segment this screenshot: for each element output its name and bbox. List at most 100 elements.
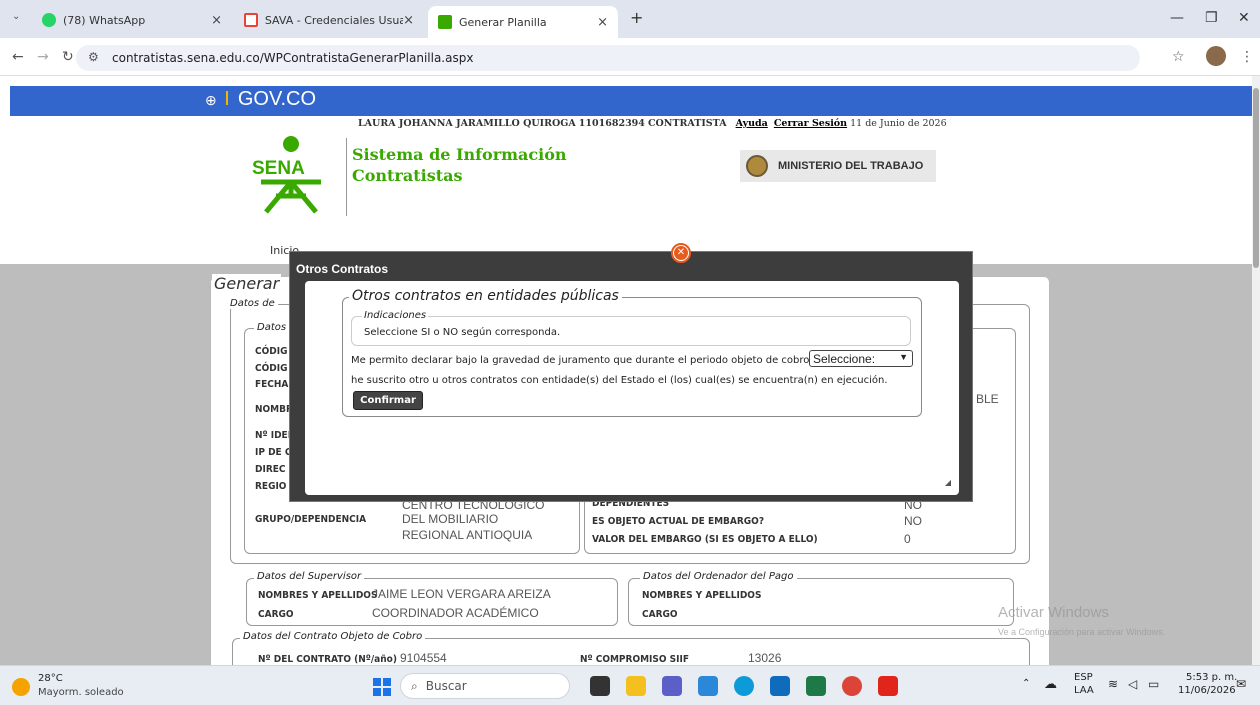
embargo-value: NO [904, 514, 922, 528]
site-settings-icon[interactable]: ⚙ [88, 50, 99, 64]
chrome-icon[interactable] [842, 676, 862, 696]
minimize-icon[interactable]: — [1170, 10, 1184, 26]
otros-contratos-fieldset: Otros contratos en entidades públicas In… [342, 288, 922, 417]
bookmark-star-icon[interactable]: ☆ [1172, 49, 1185, 65]
grupo-value-2: REGIONAL ANTIOQUIA [402, 528, 533, 542]
grupo-value-1: DEL MOBILIARIO [402, 512, 499, 526]
partial-value: BLE [976, 392, 999, 406]
otros-contratos-legend: Otros contratos en entidades públicas [349, 288, 622, 304]
close-dialog-button[interactable]: ✕ [671, 243, 691, 263]
teams-icon[interactable] [662, 676, 682, 696]
help-link[interactable]: Ayuda [736, 118, 768, 129]
defender-icon[interactable] [698, 676, 718, 696]
scrollbar-thumb[interactable] [1253, 88, 1259, 268]
current-date: 11 de Junio de 2026 [850, 118, 947, 129]
sup-role-value: COORDINADOR ACADÉMICO [372, 606, 539, 620]
declaration-line-1: Me permito declarar bajo la gravedad de … [351, 355, 810, 366]
edge-icon[interactable] [734, 676, 754, 696]
page-scrollbar[interactable] [1252, 76, 1260, 665]
notifications-icon[interactable]: ✉ [1236, 677, 1246, 691]
system-title: Sistema de Información Contratistas [352, 145, 567, 185]
embargo-label: ES OBJETO ACTUAL DE EMBARGO? [592, 516, 765, 527]
otros-contratos-select[interactable]: Seleccione: ▼ [809, 350, 913, 367]
user-info-line: LAURA JOHANNA JARAMILLO QUIROGA 11016823… [358, 118, 947, 129]
windows-taskbar: 28°C Mayorm. soleado ⌕ Buscar ⌃ ☁ ESP LA… [0, 665, 1260, 705]
indicaciones-fieldset: Indicaciones Seleccione SI o NO según co… [351, 310, 911, 346]
url-text: contratistas.sena.edu.co/WPContratistaGe… [112, 51, 474, 65]
wifi-icon[interactable]: ≋ [1108, 677, 1118, 691]
volume-icon[interactable]: ◁ [1128, 677, 1137, 691]
dialog-title: Otros Contratos [296, 262, 389, 276]
activate-windows-title: Activar Windows [998, 604, 1109, 621]
language-code[interactable]: ESP [1074, 672, 1093, 683]
contrato-legend: Datos del Contrato Objeto de Cobro [240, 631, 426, 642]
menu-icon[interactable]: ⋮ [1240, 49, 1254, 65]
confirm-button[interactable]: Confirmar [353, 391, 423, 410]
tab-search-icon[interactable]: ⌄ [12, 11, 20, 22]
tab-whatsapp[interactable]: (78) WhatsApp × [32, 6, 232, 34]
ordenador-legend: Datos del Ordenador del Pago [640, 571, 797, 582]
compromiso-value: 13026 [748, 651, 782, 665]
compromiso-label: Nº COMPROMISO SIIF [580, 654, 689, 665]
clock-date[interactable]: 11/06/2026 [1178, 685, 1236, 696]
cloud-icon[interactable]: ☁ [1044, 677, 1057, 692]
new-tab-button[interactable]: + [630, 8, 643, 27]
close-window-icon[interactable]: ✕ [1238, 10, 1250, 26]
taskbar-search[interactable]: ⌕ Buscar [400, 673, 570, 699]
valor-embargo-value: 0 [904, 532, 911, 546]
tab-generar-planilla[interactable]: Generar Planilla × [428, 6, 618, 38]
profile-avatar[interactable] [1206, 46, 1226, 66]
close-tab-icon[interactable]: × [211, 13, 222, 28]
otros-contratos-dialog: Otros Contratos Otros contratos en entid… [289, 251, 973, 502]
datos-sub-legend: Datos [254, 322, 290, 333]
tab-label: Generar Planilla [459, 15, 547, 29]
pdf-reader-icon[interactable] [878, 676, 898, 696]
contrato-label: Nº DEL CONTRATO (Nº/año) [258, 654, 397, 665]
gov-shield-icon: ⊕ [205, 92, 217, 108]
codigo-label: CÓDIG [255, 363, 288, 374]
restore-icon[interactable]: ❐ [1205, 10, 1218, 26]
tab-label: (78) WhatsApp [63, 13, 146, 27]
sup-name-label: NOMBRES Y APELLIDOS [258, 590, 378, 601]
close-tab-icon[interactable]: × [403, 13, 414, 28]
excel-icon[interactable] [806, 676, 826, 696]
start-button[interactable] [373, 678, 391, 696]
outlook-icon[interactable] [770, 676, 790, 696]
clock-time[interactable]: 5:53 p. m. [1186, 672, 1237, 683]
gov-co-logo[interactable]: ⊕ GOV.CO [205, 88, 316, 111]
valor-embargo-label: VALOR DEL EMBARGO (SI ES OBJETO A ELLO) [592, 534, 818, 545]
show-hidden-icons[interactable]: ⌃ [1022, 678, 1030, 689]
search-icon: ⌕ [411, 678, 418, 693]
whatsapp-icon [42, 13, 56, 27]
ord-name-label: NOMBRES Y APELLIDOS [642, 590, 762, 601]
address-bar[interactable]: ⚙ contratistas.sena.edu.co/WPContratista… [76, 45, 1140, 71]
web-page: ⊕ GOV.CO LAURA JOHANNA JARAMILLO QUIROGA… [0, 76, 1252, 665]
weather-temperature[interactable]: 28°C [38, 673, 63, 684]
close-tab-icon[interactable]: × [597, 15, 608, 30]
contrato-value: 9104554 [400, 651, 447, 665]
grupo-label: GRUPO/DEPENDENCIA [255, 514, 367, 525]
reload-icon[interactable]: ↻ [62, 49, 74, 65]
forward-icon[interactable]: → [37, 49, 49, 65]
weather-sun-icon[interactable] [12, 678, 30, 696]
close-icon: ✕ [674, 246, 688, 260]
resize-handle-icon[interactable]: ◢ [945, 478, 951, 487]
ministry-logo: MINISTERIO DEL TRABAJO [740, 150, 936, 182]
weather-condition[interactable]: Mayorm. soleado [38, 687, 124, 698]
nombre-label: NOMBR [255, 404, 293, 415]
declaration-line-2: he suscrito otro u otros contratos con e… [351, 375, 888, 386]
battery-icon[interactable]: ▭ [1148, 677, 1159, 691]
logout-link[interactable]: Cerrar Sesión [774, 118, 847, 129]
browser-toolbar: ← → ↻ ⚙ contratistas.sena.edu.co/WPContr… [0, 38, 1260, 76]
sup-name-value: JAIME LEON VERGARA AREIZA [372, 587, 551, 601]
tab-sava[interactable]: SAVA - Credenciales Usuario Pl × [234, 6, 424, 34]
task-view-icon[interactable] [590, 676, 610, 696]
language-layout[interactable]: LAA [1074, 685, 1094, 696]
back-icon[interactable]: ← [12, 49, 24, 65]
sena-logo-text: SENA [252, 158, 305, 179]
gmail-icon [244, 13, 258, 27]
ip-label: IP DE C [255, 447, 292, 458]
file-explorer-icon[interactable] [626, 676, 646, 696]
sena-logo: SENA [252, 136, 321, 214]
browser-tab-bar: ⌄ (78) WhatsApp × SAVA - Credenciales Us… [0, 0, 1260, 38]
